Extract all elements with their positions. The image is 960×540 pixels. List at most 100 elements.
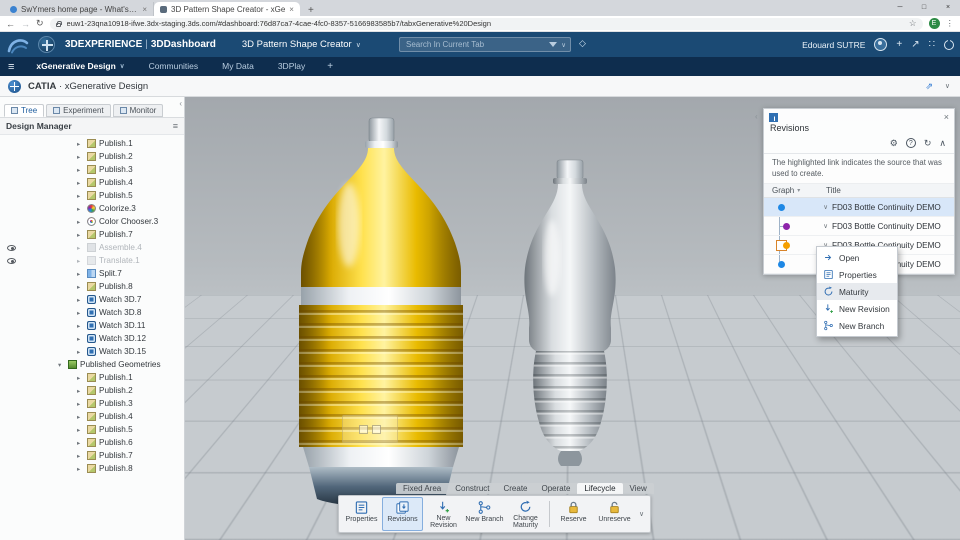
column-graph[interactable]: Graph ▾: [772, 186, 826, 195]
expand-arrow-icon[interactable]: ▸: [77, 309, 84, 317]
revision-node[interactable]: [776, 221, 790, 232]
tree-item[interactable]: ▸ Watch 3D.12: [0, 332, 184, 345]
revision-row[interactable]: ∨ FD03 Bottle Continuity DEMO: [764, 217, 954, 237]
tree-item[interactable]: ▸ Publish.3: [0, 397, 184, 410]
new-tab-button[interactable]: +: [300, 5, 322, 16]
expand-arrow-icon[interactable]: ▸: [77, 205, 84, 213]
action-button[interactable]: New Revision: [423, 497, 464, 531]
expand-arrow-icon[interactable]: ▸: [77, 218, 84, 226]
tree-item[interactable]: ▸ Publish.1: [0, 371, 184, 384]
maximize-icon[interactable]: □: [912, 0, 936, 16]
manipulator-handle[interactable]: [372, 424, 381, 434]
add-tab-button[interactable]: +: [317, 61, 343, 72]
left-panel-tab[interactable]: Experiment: [46, 104, 111, 117]
reload-icon[interactable]: ↻: [36, 18, 44, 29]
action-bar-tab[interactable]: Operate: [535, 483, 578, 494]
action-button[interactable]: Change Maturity: [505, 497, 546, 531]
chevron-down-icon[interactable]: ∨: [823, 222, 828, 230]
more-actions-icon[interactable]: ∨: [635, 510, 648, 518]
bottle-yellow[interactable]: [293, 115, 470, 515]
minimize-icon[interactable]: ─: [888, 0, 912, 16]
tree-item[interactable]: ▸ Publish.4: [0, 410, 184, 423]
compass-icon[interactable]: [8, 79, 21, 93]
dashboard-title[interactable]: 3D Pattern Shape Creator ∨: [242, 39, 361, 50]
tree-item[interactable]: ▸ Watch 3D.15: [0, 345, 184, 358]
forward-icon[interactable]: →: [21, 19, 30, 29]
avatar-icon[interactable]: [874, 38, 888, 51]
tree-item[interactable]: ▸ Split.7: [0, 267, 184, 280]
collapse-icon[interactable]: ∧: [939, 138, 946, 149]
tree-item[interactable]: ▸ Publish.8: [0, 280, 184, 293]
expand-arrow-icon[interactable]: ▸: [77, 413, 84, 421]
expand-arrow-icon[interactable]: ▸: [77, 166, 84, 174]
tree-item[interactable]: ▸ Publish.5: [0, 189, 184, 202]
url-input[interactable]: [64, 18, 905, 29]
expand-arrow-icon[interactable]: ▸: [77, 387, 84, 395]
chevron-down-icon[interactable]: ∨: [945, 82, 950, 90]
refresh-icon[interactable]: ↻: [924, 138, 932, 149]
help-icon[interactable]: ?: [905, 138, 916, 148]
expand-arrow-icon[interactable]: ▸: [77, 439, 84, 447]
power-icon[interactable]: [944, 37, 954, 50]
tree-item[interactable]: ▸ Publish.3: [0, 163, 184, 176]
gear-icon[interactable]: ⚙: [890, 138, 898, 149]
expand-arrow-icon[interactable]: ▸: [77, 400, 84, 408]
tree-item[interactable]: ▸ Publish.2: [0, 384, 184, 397]
tree-item[interactable]: ▸ Publish.7: [0, 228, 184, 241]
action-bar-tab[interactable]: Construct: [448, 483, 496, 494]
manipulator-handle[interactable]: [359, 424, 368, 434]
expand-arrow-icon[interactable]: ▸: [77, 374, 84, 382]
expand-arrow-icon[interactable]: ▸: [77, 140, 84, 148]
context-menu-item[interactable]: New Revision: [817, 300, 897, 317]
chevron-down-icon[interactable]: ∨: [561, 41, 566, 49]
expand-arrow-icon[interactable]: ▸: [77, 296, 84, 304]
tree-item[interactable]: ▸ Publish.7: [0, 449, 184, 462]
tree-item[interactable]: ▸ Color Chooser.3: [0, 215, 184, 228]
filter-icon[interactable]: [549, 42, 558, 47]
chevron-down-icon[interactable]: ∨: [823, 203, 828, 211]
bottle-gray[interactable]: [500, 158, 640, 476]
expand-arrow-icon[interactable]: ▸: [77, 348, 84, 356]
action-bar-tab[interactable]: Lifecycle: [577, 483, 623, 494]
revision-row[interactable]: ∨ FD03 Bottle Continuity DEMO: [764, 198, 954, 218]
browser-tab-2[interactable]: 3D Pattern Shape Creator - xGe ×: [154, 2, 300, 16]
tree-item[interactable]: ▸ Publish.5: [0, 423, 184, 436]
expand-arrow-icon[interactable]: ▸: [77, 335, 84, 343]
tree-item[interactable]: ▸ Publish.8: [0, 462, 184, 475]
tree-item[interactable]: ▸ Publish.6: [0, 436, 184, 449]
tag-icon[interactable]: ◇: [579, 38, 586, 49]
revision-node[interactable]: [776, 239, 790, 251]
tab-close-icon[interactable]: ×: [142, 5, 147, 14]
context-menu-item[interactable]: New Branch: [817, 317, 897, 334]
share-icon[interactable]: ↗: [911, 39, 919, 50]
revision-node[interactable]: [776, 259, 787, 270]
tree-item[interactable]: ▸ Translate.1: [0, 254, 184, 267]
user-name[interactable]: Edouard SUTRE: [802, 40, 865, 50]
action-button[interactable]: Unreserve: [594, 497, 635, 531]
hamburger-icon[interactable]: ≡: [8, 61, 14, 73]
dashboard-tab[interactable]: xGenerative Design ∨: [24, 57, 136, 76]
tab-close-icon[interactable]: ×: [289, 5, 294, 14]
left-panel-tab[interactable]: Tree: [4, 104, 45, 117]
context-menu-item[interactable]: Maturity: [817, 283, 897, 300]
back-icon[interactable]: ←: [6, 19, 15, 29]
expand-arrow-icon[interactable]: ▸: [77, 452, 84, 460]
browser-profile-badge[interactable]: E: [928, 18, 940, 29]
eye-icon[interactable]: [7, 257, 16, 264]
tree-item[interactable]: ▸ Watch 3D.8: [0, 306, 184, 319]
tree-item[interactable]: ▸ Publish.4: [0, 176, 184, 189]
expand-arrow-icon[interactable]: ▸: [77, 283, 84, 291]
action-button[interactable]: Properties: [341, 497, 382, 531]
expand-arrow-icon[interactable]: ▸: [77, 426, 84, 434]
expand-arrow-icon[interactable]: ▸: [77, 322, 84, 330]
context-menu-item[interactable]: Open: [817, 249, 897, 266]
expand-arrow-icon[interactable]: ▸: [77, 244, 84, 252]
action-bar-tab[interactable]: Fixed Area: [396, 483, 448, 494]
revision-node[interactable]: [776, 202, 787, 213]
tree-item[interactable]: ▸ Publish.1: [0, 137, 184, 150]
expand-arrow-icon[interactable]: ▾: [58, 361, 65, 369]
close-icon[interactable]: ×: [936, 0, 960, 16]
compass-icon[interactable]: [38, 36, 55, 53]
expand-arrow-icon[interactable]: ▸: [77, 179, 84, 187]
context-menu-item[interactable]: Properties: [817, 266, 897, 283]
